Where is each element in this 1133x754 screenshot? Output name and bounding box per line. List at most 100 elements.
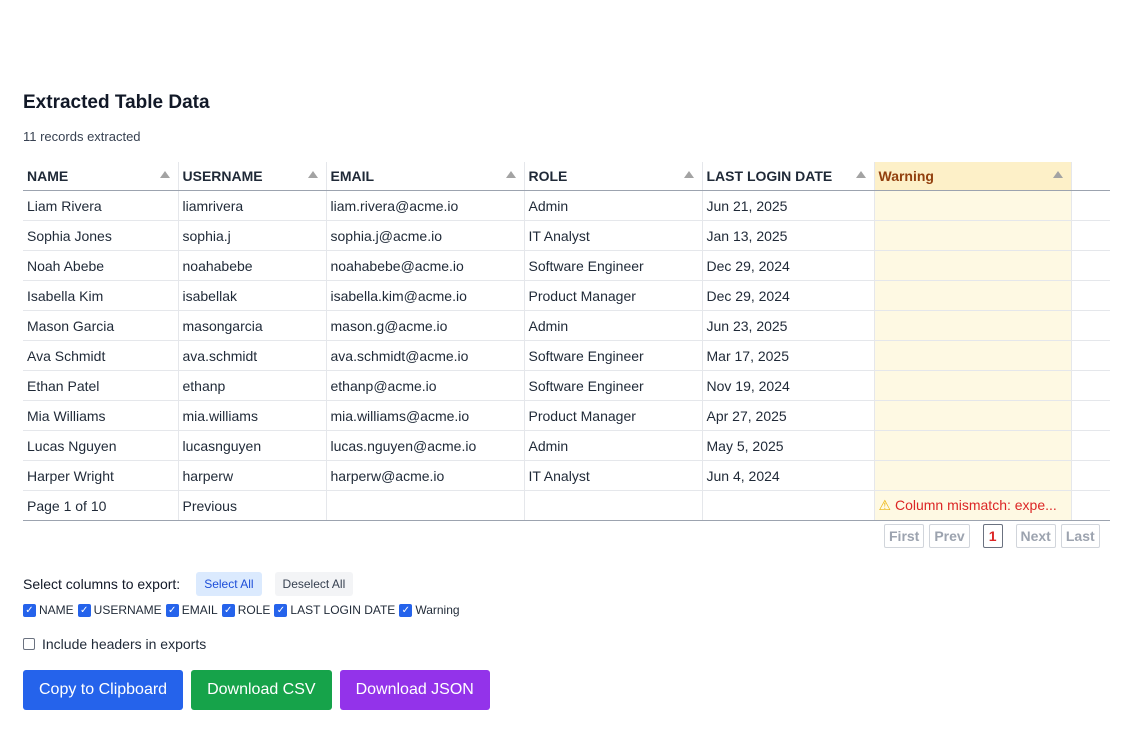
cell-email: isabella.kim@acme.io [326,280,525,311]
checkbox-checked-icon[interactable]: ✓ [77,603,91,617]
cell-email: ethanp@acme.io [326,370,525,401]
column-header-email[interactable]: EMAIL [326,162,525,191]
cell-role: Software Engineer [524,340,703,371]
prev-page-button[interactable]: Prev [929,524,970,548]
last-page-button[interactable]: Last [1060,524,1100,548]
cell-name: Ava Schmidt [23,340,179,371]
export-column-option[interactable]: ✓ Warning [399,603,460,617]
checkbox-checked-icon[interactable]: ✓ [23,603,36,617]
checkbox-checked-icon[interactable]: ✓ [221,603,235,617]
include-headers-checkbox[interactable] [23,638,35,650]
export-column-option[interactable]: ✓ ROLE [221,603,270,617]
export-column-option[interactable]: ✓ EMAIL [165,603,218,617]
cell-role: Admin [524,430,703,461]
sort-up-icon[interactable] [505,171,516,178]
cell-name: Harper Wright [23,460,179,491]
checkbox-checked-icon[interactable]: ✓ [399,603,413,617]
download-csv-button[interactable]: Download CSV [191,670,332,710]
deselect-all-button[interactable]: Deselect All [274,572,354,596]
footer-empty [702,490,875,521]
select-all-button[interactable]: Select All [196,572,262,596]
cell-username: liamrivera [178,190,327,221]
cell-name: Sophia Jones [23,220,179,251]
cell-warning [874,250,1072,281]
page-indicator: Page 1 of 10 [23,490,179,521]
cell-last-login-date: Jun 4, 2024 [702,460,875,491]
download-json-button[interactable]: Download JSON [339,670,490,710]
cell-last-login-date: Jun 23, 2025 [702,310,875,341]
cell-role: Admin [524,190,703,221]
column-header-username[interactable]: USERNAME [178,162,327,191]
include-headers-option[interactable]: Include headers in exports [23,636,206,652]
export-column-label: LAST LOGIN DATE [290,603,396,617]
export-column-label: USERNAME [93,603,162,617]
cell-role: Admin [524,310,703,341]
sort-up-icon[interactable] [683,171,694,178]
table-row: Ethan Patel ethanp ethanp@acme.io Software … [23,370,1110,401]
column-header-warning[interactable]: Warning [874,162,1072,191]
cell-email: mia.williams@acme.io [326,400,525,431]
column-header-name[interactable]: NAME [23,162,179,191]
table-row: Isabella Kim isabellak isabella.kim@acme.i… [23,280,1110,311]
row-filler [1071,250,1110,281]
cell-email: mason.g@acme.io [326,310,525,341]
cell-role: Product Manager [524,280,703,311]
cell-role: Software Engineer [524,370,703,401]
row-filler [1071,430,1110,461]
row-filler [1071,190,1110,221]
cell-username: noahabebe [178,250,327,281]
cell-username: ethanp [178,370,327,401]
cell-warning [874,460,1072,491]
previous-link[interactable]: Previous [178,490,327,521]
cell-username: harperw [178,460,327,491]
column-header-role[interactable]: ROLE [524,162,703,191]
page-title: Extracted Table Data [23,92,210,113]
export-column-option[interactable]: ✓ LAST LOGIN DATE [274,603,395,617]
sort-up-icon[interactable] [1052,171,1063,178]
cell-username: masongarcia [178,310,327,341]
table-row: Noah Abebe noahabebe noahabebe@acme.io Soft… [23,250,1110,281]
cell-warning [874,280,1072,311]
cell-username: sophia.j [178,220,327,251]
cell-role: IT Analyst [524,220,703,251]
warning-message: ⚠ Column mismatch: expe... [874,490,1072,521]
cell-username: lucasnguyen [178,430,327,461]
copy-to-clipboard-button[interactable]: Copy to Clipboard [23,670,184,710]
sort-up-icon[interactable] [159,171,170,178]
cell-warning [874,430,1072,461]
first-page-button[interactable]: First [884,524,925,548]
next-page-button[interactable]: Next [1015,524,1056,548]
row-filler [1071,490,1110,521]
checkbox-checked-icon[interactable]: ✓ [274,603,288,617]
column-header-last-login-date[interactable]: LAST LOGIN DATE [702,162,875,191]
cell-last-login-date: Jun 21, 2025 [702,190,875,221]
row-filler [1071,460,1110,491]
cell-email: harperw@acme.io [326,460,525,491]
cell-email: lucas.nguyen@acme.io [326,430,525,461]
header-filler [1071,162,1110,191]
export-column-label: Warning [415,603,460,617]
cell-last-login-date: Jan 13, 2025 [702,220,875,251]
checkbox-checked-icon[interactable]: ✓ [165,603,179,617]
row-filler [1071,340,1110,371]
table-row: Sophia Jones sophia.j sophia.j@acme.io IT A… [23,220,1110,251]
export-column-option[interactable]: ✓ NAME [23,603,74,617]
current-page-button[interactable]: 1 [982,524,1003,548]
cell-name: Isabella Kim [23,280,179,311]
table-header-row: NAME USERNAME EMAIL ROLE LAST LOGIN DATE… [23,162,1110,191]
cell-username: isabellak [178,280,327,311]
cell-last-login-date: Dec 29, 2024 [702,250,875,281]
row-filler [1071,370,1110,401]
sort-up-icon[interactable] [307,171,318,178]
export-column-option[interactable]: ✓ USERNAME [77,603,162,617]
export-column-checkboxes: ✓ NAME ✓ USERNAME ✓ EMAIL ✓ ROLE ✓ LAST LOGIN DAT… [23,603,464,617]
cell-name: Mia Williams [23,400,179,431]
cell-username: mia.williams [178,400,327,431]
cell-last-login-date: Apr 27, 2025 [702,400,875,431]
export-column-label: NAME [39,603,74,617]
warning-message-text: Column mismatch: expe... [894,497,1057,513]
cell-last-login-date: Nov 19, 2024 [702,370,875,401]
sort-up-icon[interactable] [855,171,866,178]
cell-warning [874,370,1072,401]
cell-email: liam.rivera@acme.io [326,190,525,221]
